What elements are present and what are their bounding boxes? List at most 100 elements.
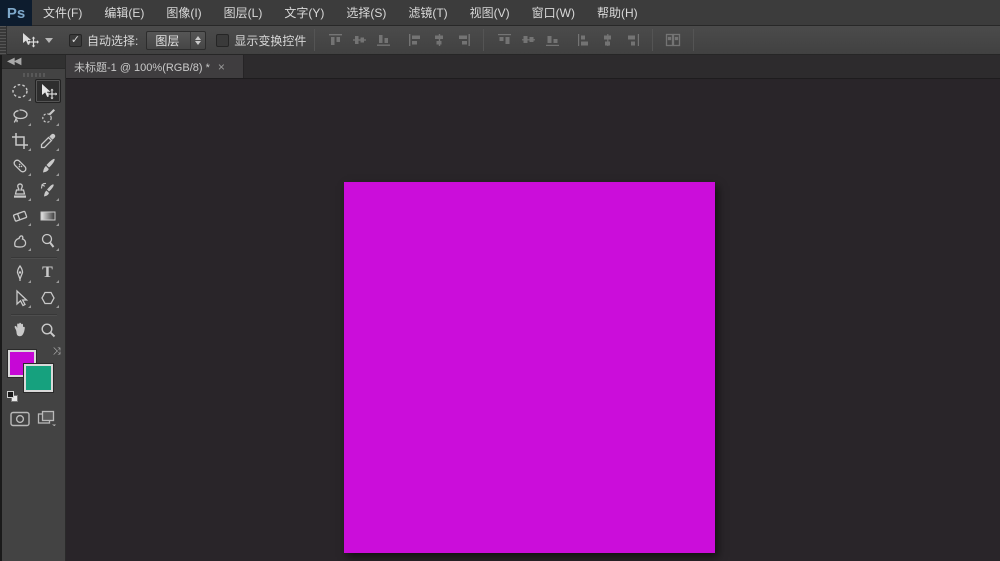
gradient-tool[interactable] (35, 204, 61, 228)
default-colors-icon[interactable] (7, 391, 19, 402)
toolbox-panel: ◀◀ (0, 55, 66, 561)
document-tab-title: 未标题-1 @ 100%(RGB/8) * (74, 59, 210, 75)
menu-layer[interactable]: 图层(L) (213, 0, 274, 25)
toolbox-drag-handle[interactable] (23, 73, 45, 77)
gradient-icon (39, 207, 57, 225)
document-tab[interactable]: 未标题-1 @ 100%(RGB/8) * × (66, 55, 244, 78)
healing-brush-tool[interactable] (7, 154, 33, 178)
options-bar-grip[interactable] (0, 26, 7, 55)
distribute-right-edges-button[interactable] (620, 29, 644, 51)
auto-select-target-dropdown[interactable]: 图层 (146, 31, 206, 50)
tools-grid: T (2, 79, 65, 342)
collapse-double-arrow-icon: ◀◀ (7, 56, 20, 67)
shape-icon (39, 289, 57, 307)
lasso-icon (11, 107, 29, 125)
dodge-icon (39, 232, 57, 250)
move-tool[interactable] (35, 79, 61, 103)
menu-view[interactable]: 视图(V) (459, 0, 521, 25)
menu-help[interactable]: 帮助(H) (586, 0, 649, 25)
brush-tool[interactable] (35, 154, 61, 178)
quick-selection-icon (39, 107, 57, 125)
distribute-top-edges-button[interactable] (492, 29, 516, 51)
background-color-swatch[interactable] (24, 364, 53, 392)
marquee-icon (11, 82, 29, 100)
menu-file[interactable]: 文件(F) (32, 0, 93, 25)
history-brush-tool[interactable] (35, 179, 61, 203)
move-icon (39, 83, 57, 100)
auto-select-label: 自动选择: (87, 32, 138, 49)
align-top-edges-button[interactable] (323, 29, 347, 51)
crop-icon (11, 132, 29, 150)
photoshop-logo: Ps (0, 0, 32, 26)
distribute-vertical-centers-button[interactable] (516, 29, 540, 51)
tool-group-divider (7, 311, 61, 317)
smudge-tool[interactable] (7, 229, 33, 253)
show-transform-label: 显示变换控件 (234, 32, 306, 49)
type-icon: T (42, 264, 53, 282)
pen-tool[interactable] (7, 261, 33, 285)
document-tab-bar: 未标题-1 @ 100%(RGB/8) * × (66, 55, 1000, 79)
path-selection-tool[interactable] (7, 286, 33, 310)
type-tool[interactable]: T (35, 261, 61, 285)
menu-filter[interactable]: 滤镜(T) (397, 0, 458, 25)
hand-tool[interactable] (7, 318, 33, 342)
move-tool-icon (21, 32, 39, 48)
pen-icon (11, 264, 29, 282)
align-distribute-buttons (323, 29, 702, 51)
tool-options-bar: ✓ 自动选择: 图层 显示变换控件 (0, 26, 1000, 55)
spinner-arrows-icon (190, 32, 205, 49)
zoom-tool[interactable] (35, 318, 61, 342)
healing-brush-icon (11, 157, 29, 175)
menu-select[interactable]: 选择(S) (335, 0, 397, 25)
selection-arrow-icon (11, 289, 29, 307)
distribute-bottom-edges-button[interactable] (540, 29, 564, 51)
canvas-area[interactable] (67, 79, 1000, 561)
menu-type[interactable]: 文字(Y) (273, 0, 335, 25)
brush-icon (39, 157, 57, 175)
align-left-edges-button[interactable] (403, 29, 427, 51)
align-right-edges-button[interactable] (451, 29, 475, 51)
auto-align-layers-button[interactable] (661, 29, 685, 51)
tab-close-icon[interactable]: × (218, 61, 225, 73)
lasso-tool[interactable] (7, 104, 33, 128)
clone-stamp-tool[interactable] (7, 179, 33, 203)
align-vertical-centers-button[interactable] (347, 29, 371, 51)
quick-mask-button[interactable] (10, 411, 30, 427)
menu-bar: Ps 文件(F) 编辑(E) 图像(I) 图层(L) 文字(Y) 选择(S) 滤… (0, 0, 1000, 26)
separator (652, 29, 653, 51)
history-brush-icon (39, 182, 57, 200)
tool-group-divider (7, 254, 61, 260)
show-transform-checkbox[interactable] (216, 34, 229, 47)
auto-select-checkbox[interactable]: ✓ (69, 34, 82, 47)
hand-icon (11, 321, 29, 339)
smudge-icon (11, 232, 29, 250)
dodge-tool[interactable] (35, 229, 61, 253)
chevron-down-icon (45, 38, 53, 43)
distribute-left-edges-button[interactable] (572, 29, 596, 51)
elliptical-marquee-tool[interactable] (7, 79, 33, 103)
auto-select-target-value: 图层 (147, 32, 190, 49)
menu-image[interactable]: 图像(I) (155, 0, 212, 25)
magnifier-icon (39, 321, 57, 339)
color-swatches: ⤨ (7, 348, 61, 396)
eyedropper-icon (39, 132, 57, 150)
clone-stamp-icon (11, 182, 29, 200)
distribute-horizontal-centers-button[interactable] (596, 29, 620, 51)
custom-shape-tool[interactable] (35, 286, 61, 310)
menu-window[interactable]: 窗口(W) (521, 0, 586, 25)
crop-tool[interactable] (7, 129, 33, 153)
screen-mode-button[interactable] (37, 410, 57, 427)
align-horizontal-centers-button[interactable] (427, 29, 451, 51)
tool-preset-picker[interactable] (15, 32, 59, 48)
swap-colors-icon[interactable]: ⤨ (53, 346, 61, 357)
eraser-tool[interactable] (7, 204, 33, 228)
document-canvas[interactable] (344, 182, 715, 553)
separator (483, 29, 484, 51)
quick-selection-tool[interactable] (35, 104, 61, 128)
eyedropper-tool[interactable] (35, 129, 61, 153)
separator (693, 29, 694, 51)
align-bottom-edges-button[interactable] (371, 29, 395, 51)
toolbox-collapse-button[interactable]: ◀◀ (2, 55, 65, 69)
menu-edit[interactable]: 编辑(E) (93, 0, 155, 25)
separator (314, 29, 315, 51)
